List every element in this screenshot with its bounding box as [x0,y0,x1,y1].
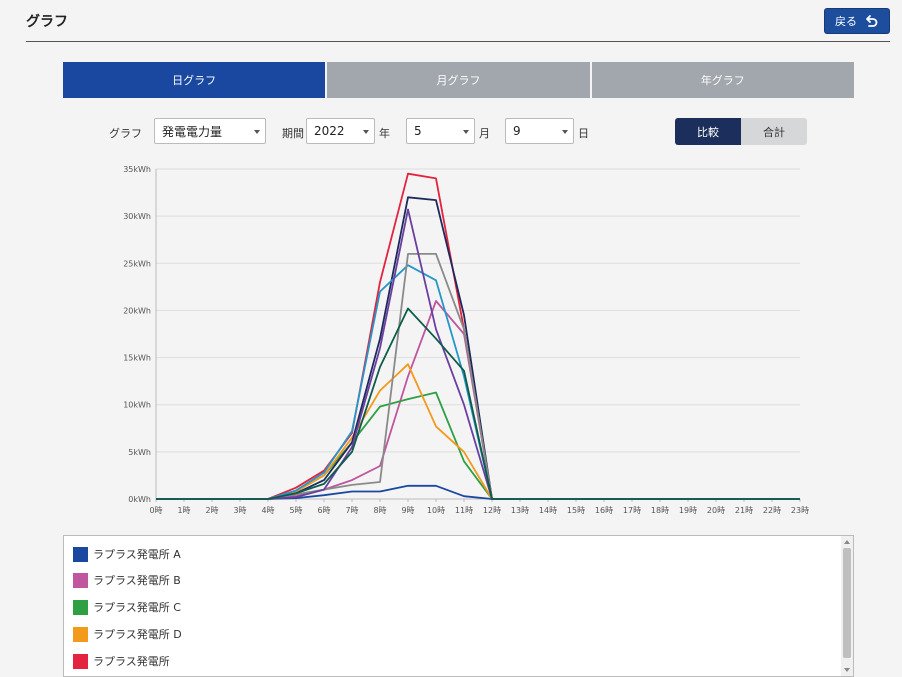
scroll-up-icon[interactable] [844,540,850,544]
day-select[interactable]: 9 [505,118,574,144]
x-tick-label: 1時 [177,506,190,515]
legend-item[interactable]: ラプラス発電所 B [73,572,181,588]
graph-type-label: グラフ [109,127,142,140]
scroll-thumb[interactable] [843,548,851,658]
chevron-down-icon [363,130,369,134]
legend-scrollbar[interactable] [841,536,853,676]
y-tick-label: 20kWh [123,306,151,315]
chevron-down-icon [463,130,469,134]
series-line-9 [156,208,800,500]
y-tick-label: 30kWh [123,212,151,221]
chevron-down-icon [254,130,260,134]
back-button[interactable]: 戻る [824,8,890,34]
period-label: 期間 [282,127,304,140]
x-tick-label: 3時 [233,506,246,515]
x-tick-label: 19時 [679,506,697,515]
y-tick-label: 10kWh [123,401,151,410]
series-line-7 [156,264,800,500]
page-title: グラフ [26,14,68,30]
legend-label: ラプラス発電所 A [93,548,181,561]
tab-daily-graph[interactable]: 日グラフ [63,62,326,98]
power-chart: 0kWh 5kWh 10kWh 15kWh 20kWh 25kWh 30kWh 35kWh 0時… [0,150,902,530]
chevron-down-icon [562,130,568,134]
x-tick-label: 21時 [735,506,753,515]
graph-page: グラフ 戻る 日グラフ 月グラフ 年グラフ グラフ 発電電力量 期間 2022 … [0,0,902,677]
x-tick-label: 4時 [261,506,274,515]
back-button-label: 戻る [835,15,857,28]
legend-swatch [73,599,88,615]
x-tick-label: 8時 [373,506,386,515]
power-chart-svg: 0kWh 5kWh 10kWh 15kWh 20kWh 25kWh 30kWh 35kWh 0時… [123,165,809,515]
x-tick-label: 11時 [455,506,473,515]
legend-item[interactable]: ラプラス発電所 A [73,546,181,562]
day-unit-label: 日 [578,127,589,140]
month-select[interactable]: 5 [406,118,475,144]
x-tick-label: 7時 [345,506,358,515]
x-tick-label: 13時 [511,506,529,515]
header-bar: グラフ 戻る [26,0,890,42]
legend-swatch [73,626,88,642]
graph-tabs: 日グラフ 月グラフ 年グラフ [63,62,854,98]
y-tick-label: 15kWh [123,354,151,363]
month-value: 5 [414,124,422,138]
legend-panel: ラプラス発電所 A ラプラス発電所 B ラプラス発電所 C ラプラス発電所 D … [63,535,854,677]
series-line-1 [156,484,800,500]
total-mode-button[interactable]: 合計 [741,118,807,145]
y-tick-label: 0kWh [128,495,151,504]
year-unit-label: 年 [379,127,390,140]
legend-label: ラプラス発電所 [93,655,170,668]
legend-item[interactable]: ラプラス発電所 D [73,626,182,642]
tab-monthly-graph[interactable]: 月グラフ [327,62,590,98]
year-select[interactable]: 2022 [306,118,375,144]
scroll-down-icon[interactable] [844,668,850,672]
legend-label: ラプラス発電所 B [93,574,181,587]
x-tick-label: 17時 [623,506,641,515]
x-tick-label: 0時 [149,506,162,515]
x-tick-label: 18時 [651,506,669,515]
x-tick-label: 9時 [401,506,414,515]
legend-item[interactable]: ラプラス発電所 [73,653,170,669]
controls-bar: グラフ 発電電力量 期間 2022 年 5 月 9 日 比較 合計 [108,118,808,145]
x-tick-label: 6時 [317,506,330,515]
legend-label: ラプラス発電所 C [93,601,181,614]
x-tick-label: 20時 [707,506,725,515]
x-tick-label: 16時 [595,506,613,515]
compare-mode-button[interactable]: 比較 [675,118,741,145]
undo-arrow-icon [866,15,878,27]
x-tick-label: 10時 [427,506,445,515]
legend-swatch [73,653,88,669]
legend-item[interactable]: ラプラス発電所 C [73,599,181,615]
graph-type-select[interactable]: 発電電力量 [154,118,266,144]
legend-swatch [73,546,88,562]
y-tick-label: 5kWh [128,448,151,457]
x-tick-label: 12時 [483,506,501,515]
y-tick-label: 35kWh [123,165,151,174]
x-tick-label: 15時 [567,506,585,515]
year-value: 2022 [314,124,345,138]
month-unit-label: 月 [479,127,490,140]
series-line-8 [156,253,800,500]
tab-yearly-graph[interactable]: 年グラフ [591,62,854,98]
series-line-2 [156,300,800,500]
graph-type-value: 発電電力量 [162,124,223,139]
x-tick-label: 2時 [205,506,218,515]
legend-swatch [73,572,88,588]
x-tick-label: 23時 [791,506,809,515]
x-tick-label: 14時 [539,506,557,515]
day-value: 9 [513,124,521,138]
legend-label: ラプラス発電所 D [93,628,182,641]
x-tick-label: 5時 [289,506,302,515]
y-tick-label: 25kWh [123,259,151,268]
x-tick-label: 22時 [763,506,781,515]
